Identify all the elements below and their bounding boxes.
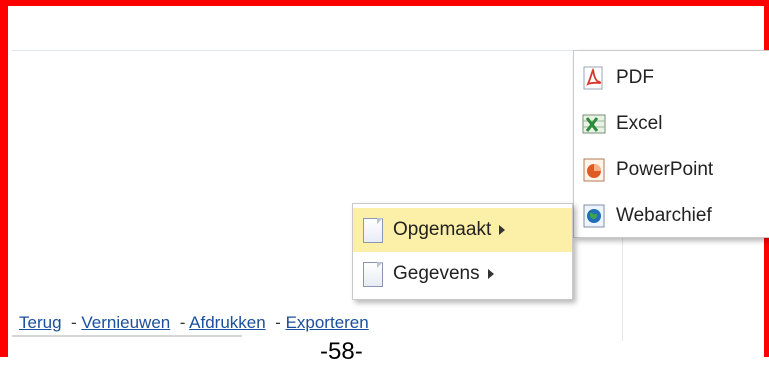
menu-item-label: Webarchief <box>616 205 712 226</box>
menu-item-pdf[interactable]: PDF <box>574 55 769 101</box>
toolbar-divider <box>12 335 242 337</box>
print-link[interactable]: Afdrukken <box>189 313 266 332</box>
separator: - <box>275 313 281 332</box>
document-icon <box>363 261 383 287</box>
menu-item-label: Gegevens <box>393 263 480 284</box>
menu-item-gegevens[interactable]: Gegevens <box>353 252 572 296</box>
menu-item-webarchive[interactable]: Webarchief <box>574 193 769 239</box>
format-submenu: Opgemaakt Gegevens <box>352 203 573 300</box>
separator: - <box>179 313 186 332</box>
menu-item-label: PowerPoint <box>616 159 714 180</box>
powerpoint-icon <box>582 158 606 182</box>
menu-item-excel[interactable]: Excel <box>574 101 769 147</box>
page-number: -58- <box>320 338 363 365</box>
menu-item-label: Opgemaakt <box>393 219 492 240</box>
submenu-arrow-icon <box>487 269 494 279</box>
menu-item-label: Excel <box>616 113 663 134</box>
refresh-link[interactable]: Vernieuwen <box>81 313 170 332</box>
webarchive-icon <box>582 204 606 228</box>
menu-item-opgemaakt[interactable]: Opgemaakt <box>353 208 572 252</box>
menu-item-powerpoint[interactable]: PowerPoint <box>574 147 769 193</box>
pdf-icon <box>582 66 606 90</box>
menu-item-label: PDF <box>616 67 654 88</box>
document-icon <box>363 217 383 243</box>
report-links-toolbar: Terug - Vernieuwen - Afdrukken - Exporte… <box>19 313 369 333</box>
separator: - <box>70 313 77 332</box>
back-link[interactable]: Terug <box>19 313 62 332</box>
excel-icon <box>582 112 606 136</box>
submenu-arrow-icon <box>499 225 506 235</box>
export-link[interactable]: Exporteren <box>286 313 369 332</box>
export-submenu: PDF Excel PowerPoint Webarchief <box>573 50 769 238</box>
